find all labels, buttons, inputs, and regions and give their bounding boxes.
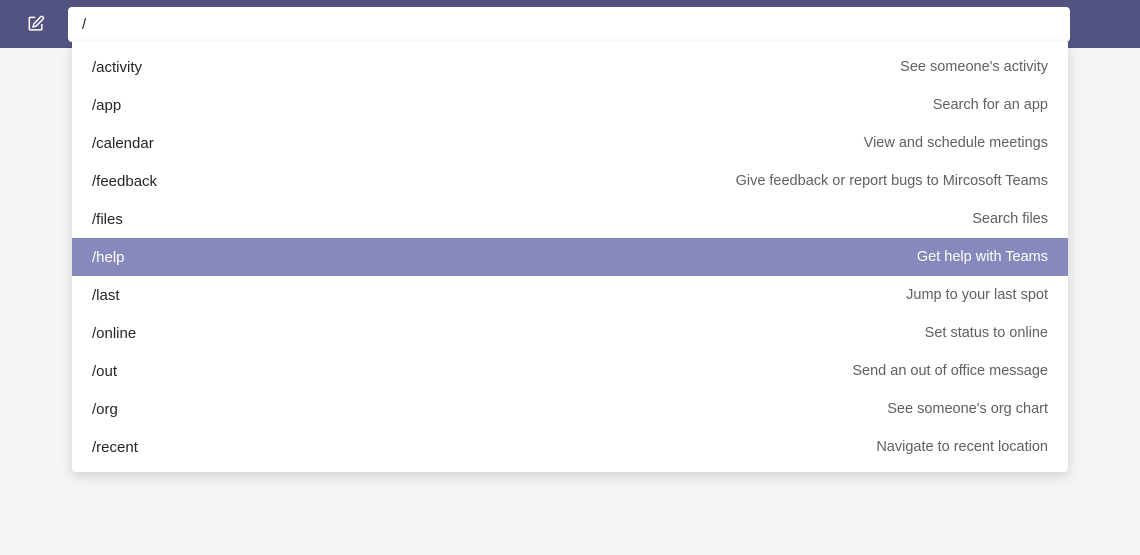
- command-item-help[interactable]: /help Get help with Teams: [72, 238, 1068, 276]
- top-bar: [0, 0, 1140, 48]
- command-description: Jump to your last spot: [906, 287, 1048, 303]
- command-label: /activity: [92, 59, 142, 76]
- command-description: Navigate to recent location: [876, 439, 1048, 455]
- command-label: /recent: [92, 439, 138, 456]
- command-item-out[interactable]: /out Send an out of office message: [72, 352, 1068, 390]
- command-item-files[interactable]: /files Search files: [72, 200, 1068, 238]
- command-label: /feedback: [92, 173, 157, 190]
- command-description: View and schedule meetings: [864, 135, 1048, 151]
- command-item-online[interactable]: /online Set status to online: [72, 314, 1068, 352]
- command-label: /online: [92, 325, 136, 342]
- command-description: Search files: [972, 211, 1048, 227]
- command-label: /files: [92, 211, 123, 228]
- compose-icon[interactable]: [22, 10, 50, 38]
- command-item-last[interactable]: /last Jump to your last spot: [72, 276, 1068, 314]
- command-description: Search for an app: [933, 97, 1048, 113]
- command-description: See someone's activity: [900, 59, 1048, 75]
- command-item-feedback[interactable]: /feedback Give feedback or report bugs to…: [72, 162, 1068, 200]
- command-description: Give feedback or report bugs to Mircosof…: [736, 173, 1048, 189]
- command-label: /out: [92, 363, 117, 380]
- command-item-recent[interactable]: /recent Navigate to recent location: [72, 428, 1068, 466]
- search-wrapper: [68, 7, 1070, 42]
- command-description: Get help with Teams: [917, 249, 1048, 265]
- command-dropdown: /activity See someone's activity/app Searc…: [72, 42, 1068, 472]
- command-item-app[interactable]: /app Search for an app: [72, 86, 1068, 124]
- command-label: /last: [92, 287, 120, 304]
- command-description: See someone's org chart: [887, 401, 1048, 417]
- command-description: Send an out of office message: [852, 363, 1048, 379]
- command-label: /calendar: [92, 135, 154, 152]
- command-label: /help: [92, 249, 125, 266]
- command-label: /org: [92, 401, 118, 418]
- command-item-calendar[interactable]: /calendar View and schedule meetings: [72, 124, 1068, 162]
- command-item-org[interactable]: /org See someone's org chart: [72, 390, 1068, 428]
- search-input[interactable]: [68, 7, 1070, 42]
- command-item-activity[interactable]: /activity See someone's activity: [72, 48, 1068, 86]
- command-label: /app: [92, 97, 121, 114]
- command-description: Set status to online: [925, 325, 1048, 341]
